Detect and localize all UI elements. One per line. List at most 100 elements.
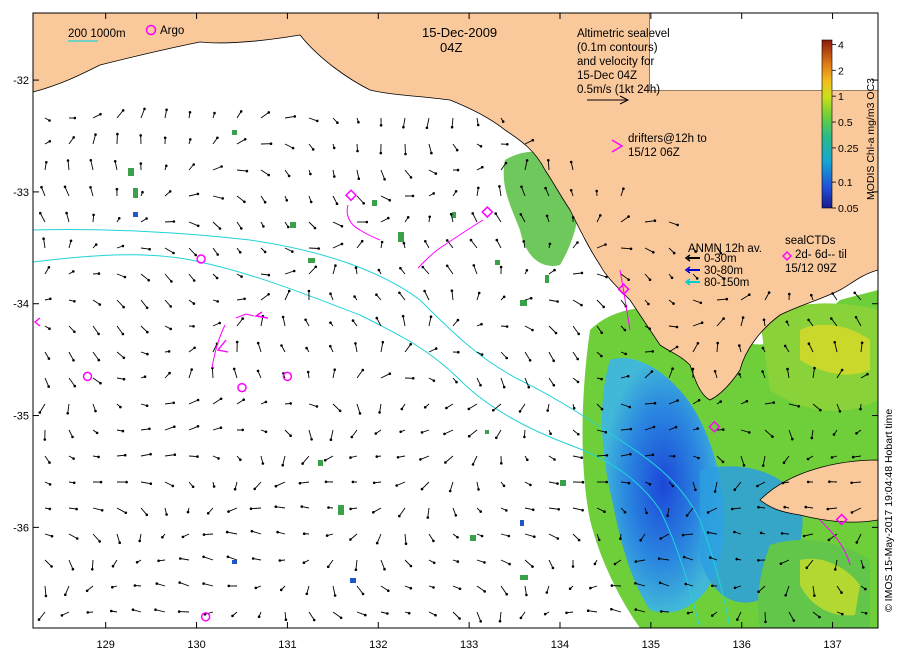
velocity-vector-head [278, 559, 282, 562]
velocity-vector-head [304, 318, 307, 322]
velocity-vector-head [226, 555, 230, 559]
velocity-vector-head [830, 456, 834, 459]
velocity-vector-head [116, 132, 119, 136]
velocity-vector-head [44, 594, 48, 598]
velocity-vector-head [48, 483, 52, 486]
velocity-vector-head [779, 562, 783, 565]
velocity-vector-head [674, 425, 678, 429]
velocity-vector-head [72, 457, 75, 460]
velocity-vector-head [281, 315, 285, 319]
velocity-vector-head [757, 505, 760, 509]
velocity-vector-head [284, 618, 288, 621]
velocity-vector-head [711, 584, 714, 588]
velocity-vector-head [380, 240, 384, 244]
velocity-vector-head [556, 537, 560, 540]
velocity-vector-head [613, 562, 617, 566]
sealctd-line-3: 15/12 09Z [785, 263, 837, 275]
velocity-vector-head [313, 226, 317, 230]
velocity-vector-head [60, 614, 64, 617]
velocity-vector-head [202, 533, 206, 536]
colorbar-tick-label: 0.05 [838, 203, 859, 215]
velocity-vector-head [419, 458, 422, 461]
velocity-vector-head [838, 410, 842, 413]
velocity-vector-head [806, 480, 810, 484]
velocity-vector-head [477, 186, 480, 190]
velocity-vector-head [454, 190, 458, 193]
velocity-vector-head [411, 194, 415, 198]
colorbar-label: MODIS Chl-a mg/m3 OC3 [865, 78, 877, 200]
velocity-vector-head [492, 409, 495, 412]
velocity-vector-head [157, 559, 160, 563]
velocity-vector-head [761, 464, 765, 467]
velocity-vector-head [658, 581, 662, 585]
colorbar-tick-label: 0.5 [838, 117, 853, 129]
velocity-vector-head [47, 266, 51, 269]
velocity-vector-head [267, 273, 271, 277]
velocity-vector-head [742, 464, 746, 467]
y-tick-label: -36 [13, 522, 29, 534]
velocity-vector-head [372, 511, 375, 514]
velocity-vector-head [756, 484, 759, 488]
velocity-vector-head [467, 434, 471, 438]
velocity-vector-head [855, 541, 859, 544]
velocity-vector-head [360, 239, 364, 243]
velocity-vector-head [165, 513, 168, 516]
velocity-vector-head [267, 293, 270, 296]
velocity-vector-head [448, 489, 452, 493]
anmn-legend-label: 80-150m [704, 277, 749, 289]
velocity-vector-head [329, 344, 332, 348]
velocity-vector-head [767, 291, 771, 294]
velocity-vector-head [173, 453, 177, 457]
velocity-vector-head [306, 370, 310, 374]
velocity-vector-head [251, 557, 255, 560]
sealctd-line-1: sealCTDs [785, 235, 836, 247]
velocity-vector-head [576, 357, 579, 361]
velocity-vector-head [398, 291, 401, 295]
velocity-vector-head [762, 318, 766, 322]
velocity-vector-head [651, 350, 654, 353]
velocity-vector-head [124, 511, 128, 515]
velocity-vector-head [121, 429, 125, 433]
velocity-vector-head [149, 482, 153, 486]
velocity-vector-head [500, 462, 503, 465]
velocity-vector-head [362, 202, 366, 205]
velocity-vector-head [190, 368, 193, 371]
velocity-vector-head [406, 216, 410, 219]
velocity-vector-head [581, 508, 584, 512]
sealctd-line-2: 2d- 6d-- til [795, 249, 847, 261]
velocity-vector-head [456, 318, 460, 322]
velocity-vector-head [261, 462, 265, 465]
velocity-vector-head [85, 589, 89, 593]
velocity-vector-head [121, 332, 125, 336]
velocity-vector-head [818, 615, 821, 619]
velocity-vector-head [783, 344, 787, 348]
velocity-vector-head [531, 508, 535, 512]
velocity-vector-head [323, 459, 327, 462]
velocity-vector-head [326, 565, 330, 569]
velocity-vector-head [432, 539, 435, 543]
velocity-vector-head [241, 317, 244, 320]
colorbar-tick-label: 0.25 [838, 143, 859, 155]
velocity-vector-head [264, 400, 268, 404]
velocity-vector-head [599, 214, 602, 217]
velocity-vector-head [399, 266, 402, 270]
velocity-vector-head [499, 265, 503, 269]
velocity-vector-head [502, 295, 506, 299]
drifters-line-1: drifters@12h to [628, 133, 707, 145]
velocity-vector-head [471, 212, 475, 215]
velocity-vector-head [610, 607, 613, 611]
velocity-vector-head [173, 425, 176, 429]
velocity-vector-head [423, 406, 427, 409]
velocity-vector-head [399, 430, 403, 434]
velocity-vector-head [218, 227, 222, 230]
velocity-vector-head [813, 366, 816, 370]
velocity-vector-head [75, 507, 78, 511]
velocity-vector-head [356, 149, 359, 153]
velocity-vector-head [506, 143, 509, 146]
velocity-vector-head [89, 159, 93, 162]
velocity-vector-head [657, 557, 661, 560]
velocity-vector-head [494, 212, 498, 215]
velocity-vector-head [525, 159, 529, 162]
velocity-vector-head [325, 534, 329, 537]
velocity-vector-head [545, 214, 549, 218]
